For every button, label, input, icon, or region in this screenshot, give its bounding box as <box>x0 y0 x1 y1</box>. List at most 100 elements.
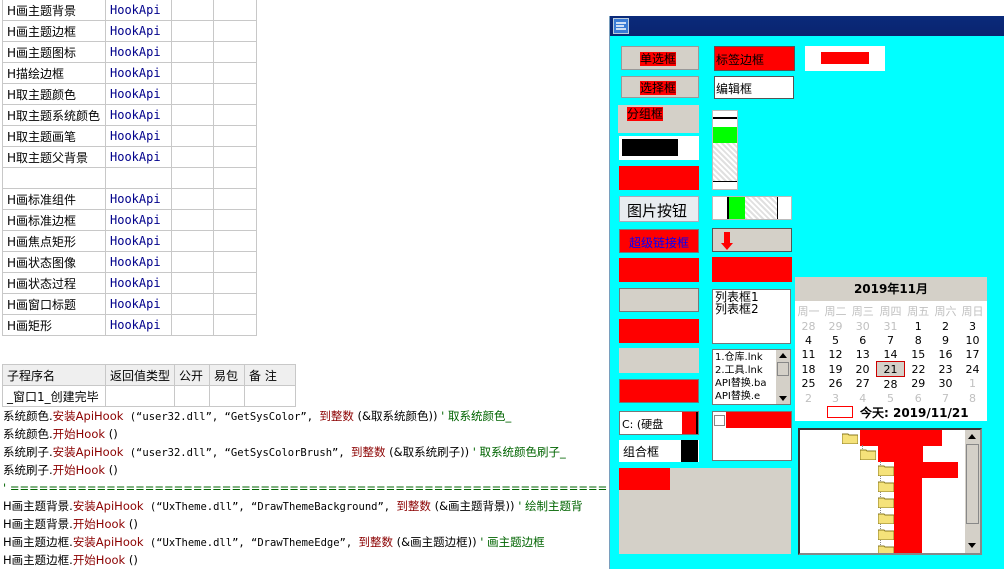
calendar-day[interactable]: 8 <box>905 333 933 347</box>
hook-name-cell[interactable]: H画焦点矩形 <box>2 230 106 252</box>
calendar-day[interactable]: 4 <box>849 391 877 405</box>
hook-row[interactable]: H取主题系统颜色 HookApi <box>2 104 257 126</box>
hook-name-cell[interactable] <box>2 167 106 189</box>
hook-name-cell[interactable]: H取主题颜色 <box>2 83 106 105</box>
hook-type-cell[interactable]: HookApi <box>105 230 172 252</box>
code-line-8[interactable]: H画主题边框.安装ApiHook (“UxTheme.dll”, “DrawTh… <box>3 533 545 551</box>
calendar-day[interactable]: 11 <box>795 347 822 362</box>
hook-type-cell[interactable]: HookApi <box>105 314 172 336</box>
hook-type-cell[interactable]: HookApi <box>105 62 172 84</box>
hook-row[interactable]: H取主题父背景 HookApi <box>2 146 257 168</box>
hook-type-cell[interactable]: HookApi <box>105 209 172 231</box>
hook-type-cell[interactable]: HookApi <box>105 272 172 294</box>
calendar-day[interactable]: 27 <box>849 377 877 392</box>
edit-box[interactable]: 编辑框 <box>714 76 794 99</box>
code-line-2[interactable]: 系统颜色.开始Hook () <box>3 425 118 443</box>
calendar-day[interactable]: 24 <box>959 362 986 377</box>
calendar-day[interactable]: 7 <box>877 333 905 347</box>
sub-name-cell[interactable]: _窗口1_创建完毕 <box>2 385 106 407</box>
folder-icon[interactable] <box>877 464 895 479</box>
hook-type-cell[interactable]: HookApi <box>105 188 172 210</box>
hook-row[interactable]: H画窗口标题 HookApi <box>2 293 257 315</box>
calendar-day[interactable]: 17 <box>959 347 986 362</box>
file-item-4[interactable]: API替换.e <box>715 390 777 403</box>
folder-icon[interactable] <box>877 496 895 511</box>
calendar-day[interactable]: 16 <box>932 347 959 362</box>
code-line-7[interactable]: H画主题背景.开始Hook () <box>3 515 138 533</box>
hook-type-cell[interactable]: HookApi <box>105 146 172 168</box>
calendar-day[interactable]: 30 <box>932 377 959 392</box>
hook-type-cell[interactable]: HookApi <box>105 293 172 315</box>
calendar-day[interactable]: 20 <box>849 362 877 377</box>
calendar-day[interactable]: 22 <box>905 362 933 377</box>
folder-tree[interactable] <box>798 428 982 555</box>
hook-name-cell[interactable]: H取主题画笔 <box>2 125 106 147</box>
calendar-day[interactable]: 4 <box>795 333 822 347</box>
hook-name-cell[interactable]: H取主题系统颜色 <box>2 104 106 126</box>
today-label[interactable]: 今天: 2019/11/21 <box>860 404 969 421</box>
combo-box[interactable]: 组合框 <box>619 440 699 462</box>
calendar-day[interactable]: 12 <box>822 347 849 362</box>
folder-icon[interactable] <box>877 480 895 495</box>
hook-name-cell[interactable]: H画标准边框 <box>2 209 106 231</box>
calendar-day[interactable]: 14 <box>877 347 905 362</box>
hook-row[interactable] <box>2 167 257 189</box>
code-line-4[interactable]: 系统刷子.开始Hook () <box>3 461 118 479</box>
window-titlebar[interactable] <box>610 16 1004 36</box>
calendar[interactable]: 2019年11月 周一 周二 周三 周四 周五 周六 周日 28 29 30 31 1 2 3 4 5 6 7 8 9… <box>795 277 987 421</box>
calendar-day[interactable]: 3 <box>822 391 849 405</box>
calendar-day[interactable]: 29 <box>905 377 933 392</box>
file-item-1[interactable]: 1.仓库.lnk <box>715 351 777 364</box>
folder-icon[interactable] <box>877 512 895 527</box>
calendar-day[interactable]: 3 <box>959 319 986 333</box>
hook-type-cell[interactable]: HookApi <box>105 104 172 126</box>
file-item-3[interactable]: API替换.ba <box>715 377 777 390</box>
hook-name-cell[interactable]: H画主题图标 <box>2 41 106 63</box>
folder-icon[interactable] <box>841 432 859 447</box>
hook-row[interactable]: H取主题画笔 HookApi <box>2 125 257 147</box>
hook-name-cell[interactable]: H画主题边框 <box>2 20 106 42</box>
hook-name-cell[interactable]: H取主题父背景 <box>2 146 106 168</box>
hook-row[interactable]: H画焦点矩形 HookApi <box>2 230 257 252</box>
hook-row[interactable]: H画主题背景 HookApi <box>2 0 257 21</box>
calendar-day[interactable]: 6 <box>849 333 877 347</box>
calendar-day[interactable]: 25 <box>795 377 822 392</box>
hook-name-cell[interactable]: H画状态过程 <box>2 272 106 294</box>
hyperlink-box[interactable]: 超级链接框 <box>619 229 699 253</box>
hook-name-cell[interactable]: H画标准组件 <box>2 188 106 210</box>
calendar-day[interactable]: 5 <box>822 333 849 347</box>
hook-type-cell[interactable]: HookApi <box>105 41 172 63</box>
list-box[interactable]: 列表框1 列表框2 <box>712 289 791 344</box>
file-item-2[interactable]: 2.工具.lnk <box>715 364 777 377</box>
vertical-scrollbar[interactable] <box>712 110 738 190</box>
hook-row[interactable]: H画主题边框 HookApi <box>2 20 257 42</box>
picture-button[interactable]: 图片按钮 <box>619 196 699 222</box>
calendar-day[interactable]: 15 <box>905 347 933 362</box>
code-line-6[interactable]: H画主题背景.安装ApiHook (“UxTheme.dll”, “DrawTh… <box>3 497 607 515</box>
calendar-day[interactable]: 8 <box>959 391 986 405</box>
hook-type-cell[interactable]: HookApi <box>105 83 172 105</box>
file-list-scrollbar[interactable] <box>776 350 790 404</box>
drive-combo[interactable]: C: (硬盘 <box>619 411 699 435</box>
hook-row[interactable]: H画状态图像 HookApi <box>2 251 257 273</box>
hook-type-cell[interactable]: HookApi <box>105 0 172 21</box>
hook-row[interactable]: H画状态过程 HookApi <box>2 272 257 294</box>
tree-view-box[interactable] <box>712 411 792 461</box>
calendar-day[interactable]: 26 <box>822 377 849 392</box>
hook-type-cell[interactable] <box>105 167 172 189</box>
hook-type-cell[interactable]: HookApi <box>105 20 172 42</box>
calendar-day[interactable]: 28 <box>795 319 822 333</box>
calendar-day[interactable]: 2 <box>795 391 822 405</box>
calendar-day[interactable]: 1 <box>959 377 986 392</box>
calendar-day[interactable]: 18 <box>795 362 822 377</box>
calendar-day[interactable]: 5 <box>877 391 905 405</box>
code-line-3[interactable]: 系统刷子.安装ApiHook (“user32.dll”, “GetSysCol… <box>3 443 566 461</box>
calendar-day[interactable]: 30 <box>849 319 877 333</box>
calendar-day[interactable]: 19 <box>822 362 849 377</box>
code-line-1[interactable]: 系统颜色.安装ApiHook (“user32.dll”, “GetSysCol… <box>3 407 511 425</box>
checkbox[interactable]: 选择框 <box>621 76 699 98</box>
calendar-day[interactable]: 6 <box>905 391 933 405</box>
calendar-day[interactable]: 29 <box>822 319 849 333</box>
hook-row[interactable]: H画标准组件 HookApi <box>2 188 257 210</box>
calendar-day[interactable]: 13 <box>849 347 877 362</box>
